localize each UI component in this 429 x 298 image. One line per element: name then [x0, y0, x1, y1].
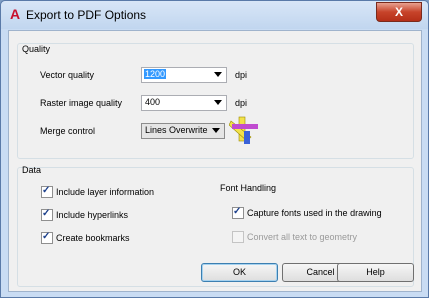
raster-quality-combo[interactable]: 400	[141, 95, 227, 111]
include-hyperlinks-checkbox[interactable]	[41, 208, 53, 221]
help-button[interactable]: Help	[337, 263, 414, 282]
capture-fonts-label: Capture fonts used in the drawing	[247, 208, 382, 218]
vector-quality-value: 1200	[144, 69, 167, 79]
include-hyperlinks-label: Include hyperlinks	[56, 210, 129, 220]
convert-text-checkbox	[232, 231, 244, 243]
export-pdf-options-dialog: A Export to PDF Options X Quality Vector…	[0, 0, 429, 298]
lines-overwrite-preview-icon	[229, 116, 258, 144]
close-button[interactable]: X	[376, 2, 422, 22]
raster-quality-unit: dpi	[235, 98, 248, 108]
raster-quality-label: Raster image quality	[40, 98, 123, 108]
merge-control-value: Lines Overwrite	[145, 125, 208, 135]
autocad-a-icon: A	[9, 6, 21, 22]
create-bookmarks-label: Create bookmarks	[56, 233, 130, 243]
merge-control-combo[interactable]: Lines Overwrite	[141, 123, 225, 139]
quality-group-label: Quality	[22, 44, 51, 54]
include-layer-info-checkbox[interactable]	[41, 185, 53, 198]
vector-quality-unit: dpi	[235, 70, 248, 80]
vector-quality-label: Vector quality	[40, 70, 95, 80]
create-bookmarks-checkbox[interactable]	[41, 231, 53, 244]
merge-control-label: Merge control	[40, 126, 96, 136]
font-handling-heading: Font Handling	[220, 183, 277, 193]
capture-fonts-checkbox[interactable]	[232, 206, 244, 219]
data-group-label: Data	[22, 165, 42, 175]
title-bar[interactable]: A Export to PDF Options X	[1, 1, 428, 29]
chevron-down-icon	[214, 72, 222, 77]
raster-quality-value: 400	[145, 97, 161, 107]
chevron-down-icon	[214, 100, 222, 105]
include-layer-info-label: Include layer information	[56, 187, 155, 197]
chevron-down-icon	[212, 128, 220, 133]
dialog-client-area: Quality Vector quality 1200 dpi Raster i…	[8, 30, 422, 292]
ok-button[interactable]: OK	[201, 263, 278, 282]
vector-quality-combo[interactable]: 1200	[141, 67, 227, 83]
convert-text-label: Convert all text to geometry	[247, 232, 358, 242]
window-title: Export to PDF Options	[26, 8, 147, 22]
